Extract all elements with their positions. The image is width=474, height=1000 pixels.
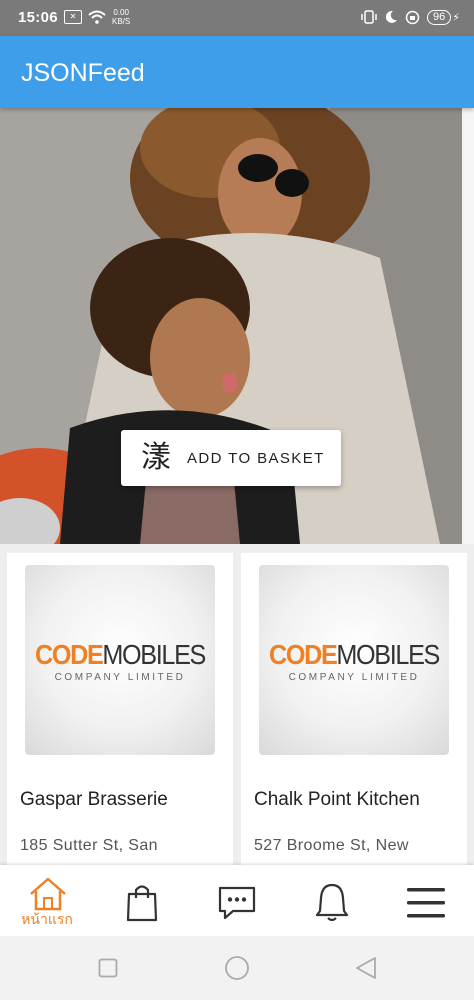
network-speed-value: 0.00	[113, 8, 129, 17]
restaurant-address: 527 Broome St, New	[254, 837, 409, 854]
back-icon[interactable]	[355, 956, 377, 980]
add-to-basket-label: ADD TO BASKET	[187, 449, 325, 467]
recents-icon[interactable]	[98, 958, 118, 978]
network-speed: 0.00 KB/S	[112, 8, 130, 26]
nav-shopping-bag-tab[interactable]	[122, 865, 162, 936]
logo-accent-text: CODE	[34, 639, 104, 670]
restaurant-name: Chalk Point Kitchen	[254, 789, 420, 810]
rotation-lock-icon	[405, 10, 420, 24]
app-bar: JSONFeed	[0, 36, 474, 108]
restaurant-address: 185 Sutter St, San	[20, 837, 158, 854]
add-to-basket-button[interactable]: 漾 ADD TO BASKET	[121, 430, 341, 486]
chat-icon	[218, 886, 256, 920]
logo-main-text: MOBILES	[336, 639, 440, 670]
nav-menu-tab[interactable]	[404, 865, 448, 936]
nav-home-label: หน้าแรก	[21, 911, 73, 927]
nav-home-tab[interactable]: หน้าแรก	[12, 865, 82, 936]
logo-main-text: MOBILES	[102, 639, 206, 670]
app-title: JSONFeed	[21, 59, 145, 87]
vibrate-icon	[361, 10, 377, 24]
logo-subtitle: COMPANY LIMITED	[54, 672, 186, 683]
nav-notifications-tab[interactable]	[312, 865, 352, 936]
status-bar: 15:06 ✕ 0.00 KB/S 96 ⚡	[0, 0, 474, 36]
basket-glyph-icon: 漾	[141, 441, 171, 474]
notification-icon: ✕	[64, 10, 82, 24]
restaurant-name: Gaspar Brasserie	[20, 789, 168, 810]
logo-subtitle: COMPANY LIMITED	[288, 672, 420, 683]
company-logo: CODEMOBILES COMPANY LIMITED	[259, 565, 449, 755]
shopping-bag-icon	[126, 885, 158, 922]
bell-icon	[315, 883, 349, 922]
battery-indicator: 96	[427, 9, 452, 25]
logo-wordmark: CODEMOBILES	[35, 639, 206, 671]
menu-icon	[407, 888, 445, 918]
bottom-navigation: หน้าแรก	[0, 865, 474, 936]
restaurant-card[interactable]: CODEMOBILES COMPANY LIMITED Gaspar Brass…	[7, 553, 233, 873]
home-circle-icon[interactable]	[224, 955, 250, 981]
network-speed-unit: KB/S	[112, 17, 131, 26]
status-left-icons: ✕ 0.00 KB/S	[64, 8, 130, 26]
logo-wordmark: CODEMOBILES	[269, 639, 440, 671]
home-icon	[30, 877, 66, 911]
nav-chat-tab[interactable]	[215, 865, 259, 936]
scrollbar-track[interactable]	[462, 108, 474, 544]
restaurant-card[interactable]: CODEMOBILES COMPANY LIMITED Chalk Point …	[241, 553, 467, 873]
company-logo: CODEMOBILES COMPANY LIMITED	[25, 565, 215, 755]
hero-image: 漾 ADD TO BASKET	[0, 108, 462, 544]
wifi-icon	[88, 10, 106, 24]
moon-icon	[385, 10, 398, 23]
charging-icon: ⚡	[452, 11, 460, 24]
system-navigation-bar	[0, 936, 474, 1000]
logo-accent-text: CODE	[268, 639, 338, 670]
status-time: 15:06	[18, 9, 58, 26]
status-right-icons: 96 ⚡	[361, 9, 460, 25]
